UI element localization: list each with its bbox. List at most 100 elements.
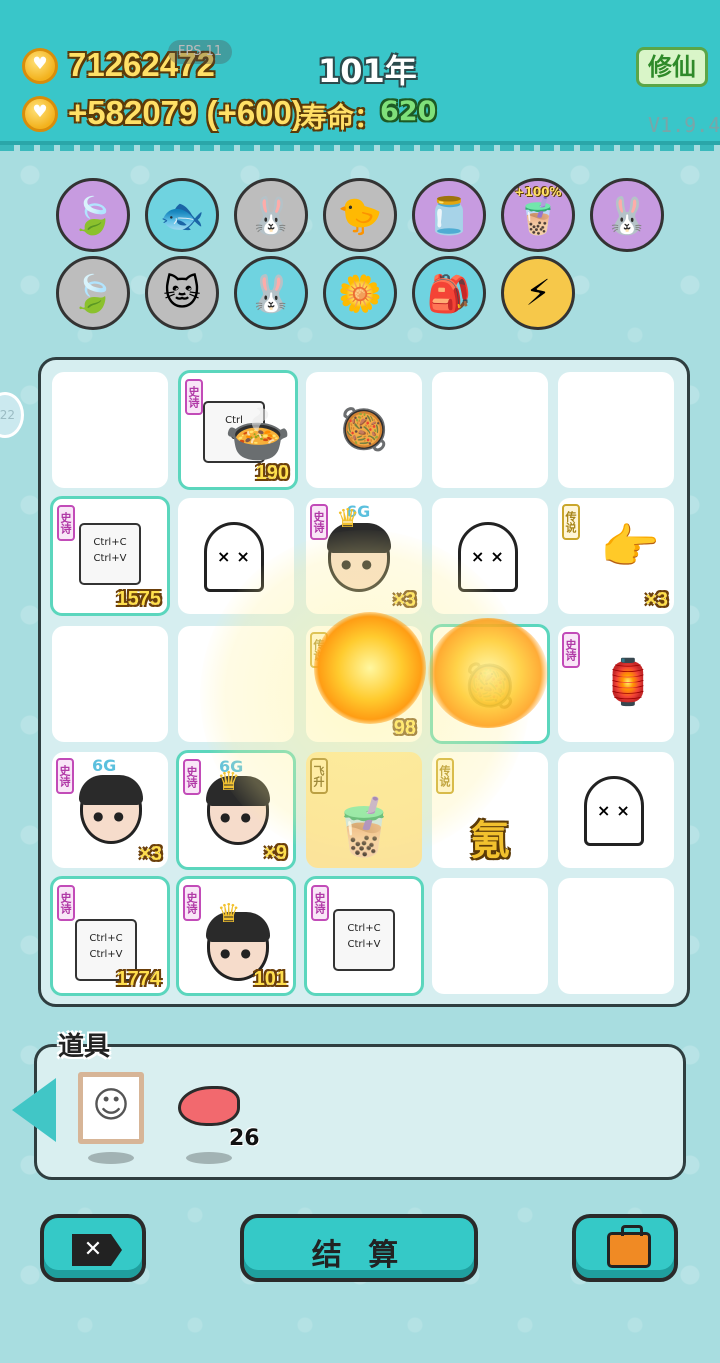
lightning-icon[interactable]: ⚡ [501,256,575,330]
board-cell-empty[interactable] [558,372,674,488]
board-cell-king-face[interactable]: 史诗 ●● ♛ 101 [176,876,296,996]
board-cell-pot-copy[interactable]: 史诗 Ctrl+C Ctrl+V 1774 [50,876,170,996]
leaf-icon[interactable]: 🍃 [56,256,130,330]
board-cell-empty[interactable] [558,878,674,994]
item-count: 1774 [116,968,162,990]
item-count: 190 [255,462,289,484]
ghost-icon: ×× [204,522,264,592]
board-cell-face[interactable]: 史诗 6G ●● ×3 [52,752,168,868]
board-cell-ctrl-cv[interactable]: 史诗 Ctrl+C Ctrl+V [304,876,424,996]
bag-icon[interactable]: 🎒 [412,256,486,330]
fishbowl-icon-glyph: 🐟 [159,196,205,237]
top-bar: 71262472 FPS 11 +582079 (+600) 101年 寿命： … [0,0,720,151]
ghost-icon: ×× [584,776,644,846]
crown-icon: ♛ [217,899,241,929]
board-cell-hand[interactable]: 传说 👉 ×3 [558,498,674,614]
settle-label: 结 算 [311,1238,407,1273]
rarity-tag-legend: 传说 [562,504,580,540]
ghost-icon: ×× [458,522,518,592]
chick-icon[interactable]: 🐤 [323,178,397,252]
flower-pot-icon-glyph: 🌼 [337,274,383,315]
board-cell-king-face[interactable]: 史诗 6G ●● ♛ ×9 [176,750,296,870]
item-count: ×3 [645,589,668,611]
board-cell-empty[interactable] [52,372,168,488]
rabbit-icon[interactable]: 🐰 [590,178,664,252]
fps-counter: FPS 11 [168,40,232,64]
board-cell-empty[interactable] [52,626,168,742]
flower-pot-icon[interactable]: 🌼 [323,256,397,330]
backpack-button[interactable] [572,1214,678,1282]
rarity-tag-epic: 史诗 [183,885,201,921]
milk-tea-icon: 🧋 [329,795,399,860]
rarity-tag-epic: 史诗 [562,632,580,668]
board-cell-ghost[interactable]: ×× [558,752,674,868]
year-counter: 101年 [318,52,417,90]
bag-icon-glyph: 🎒 [426,274,472,315]
item-count: 98 [393,717,416,739]
jar-icon[interactable]: 🫙 [412,178,486,252]
rabbit-icon[interactable]: 🐰 [234,178,308,252]
settle-button[interactable]: 结 算 [240,1214,478,1282]
rabbit-icon[interactable]: 🐰 [234,256,308,330]
leaf-icon[interactable]: 🍃 [56,178,130,252]
character-face-icon: ●● [79,775,143,844]
board-cell-rabbit-house[interactable]: 史诗 🏮 [558,626,674,742]
board-cell-king-face[interactable]: 史诗 6G ●● ♛ ×3 [306,498,422,614]
cultivate-button[interactable]: 修仙 [636,47,708,87]
rarity-tag-epic: 史诗 [185,379,203,415]
board-cell-ghost[interactable]: ×× [178,498,294,614]
ctrl-card-icon: Ctrl+C Ctrl+V [79,523,141,585]
milk-tea-icon-glyph: 🧋 [515,196,561,237]
rabbit-icon-glyph: 🐰 [248,196,294,237]
cat-icon[interactable]: 🐱 [145,256,219,330]
leaf-icon-glyph: 🍃 [70,274,116,315]
board-cell-ctrl-cv[interactable]: 史诗 Ctrl+C Ctrl+V 1575 [50,496,170,616]
item-count: ×3 [139,843,162,865]
crown-icon: ♛ [217,767,241,797]
rarity-tag-epic: 史诗 [57,885,75,921]
board-cell-empty[interactable] [432,878,548,994]
explosion-effect [314,612,426,724]
pointing-hand-icon: 👉 [600,519,660,575]
lifespan-label: 寿命： [300,103,381,134]
rarity-tag-epic: 史诗 [183,759,201,795]
rabbit-house-icon: 🏮 [600,657,656,708]
portrait-item[interactable] [78,1072,144,1144]
rarity-tag-epic: 史诗 [311,885,329,921]
ctrl-card-icon: Ctrl+C Ctrl+V [333,909,395,971]
board-cell-empty[interactable] [432,372,548,488]
briefcase-icon [607,1225,651,1268]
crown-icon: ♛ [336,504,360,534]
lifespan-value: 620 [380,96,437,127]
rarity-tag-ascend: 飞升 [310,758,328,794]
item-shadow [186,1152,232,1164]
ctrl-card-text: Ctrl+C Ctrl+V [347,923,381,950]
fishbowl-icon[interactable]: 🐟 [145,178,219,252]
pressure-cooker-icon: 🥘 [339,407,389,453]
liver-item[interactable] [178,1086,240,1126]
jar-icon-glyph: 🫙 [426,196,472,237]
item-count: 1575 [116,588,162,610]
milk-tea-icon[interactable]: 🧋 +100% [501,178,575,252]
chick-icon-glyph: 🐤 [337,196,383,237]
krypton-character: 氪 [470,818,510,864]
items-label: 道具 [58,1032,111,1062]
rarity-tag-epic: 史诗 [56,758,74,794]
character-face-icon: ●● [327,523,391,592]
board-cell-pot-copy[interactable]: 史诗 Ctrl C 🍲 190 [178,370,298,490]
rarity-tag-epic: 史诗 [310,504,328,540]
coin-icon [22,48,58,84]
close-button[interactable]: ✕ [40,1214,146,1282]
coin-income: +582079 (+600) [68,94,303,131]
rarity-tag-legend: 传说 [436,758,454,794]
rabbit-icon-glyph: 🐰 [248,274,294,315]
board-cell-milk-tea[interactable]: 飞升 🧋 [306,752,422,868]
board-cell-empty[interactable] [178,626,294,742]
board-cell-ghost[interactable]: ×× [432,498,548,614]
6g-badge: 6G [92,756,117,775]
board-cell-krypton[interactable]: 传说 氪 [432,752,548,868]
item-count: 101 [253,968,287,990]
board-cell-pressure-cooker[interactable]: 🥘 [306,372,422,488]
item-count: ×9 [264,842,287,864]
item-count: ×3 [393,589,416,611]
